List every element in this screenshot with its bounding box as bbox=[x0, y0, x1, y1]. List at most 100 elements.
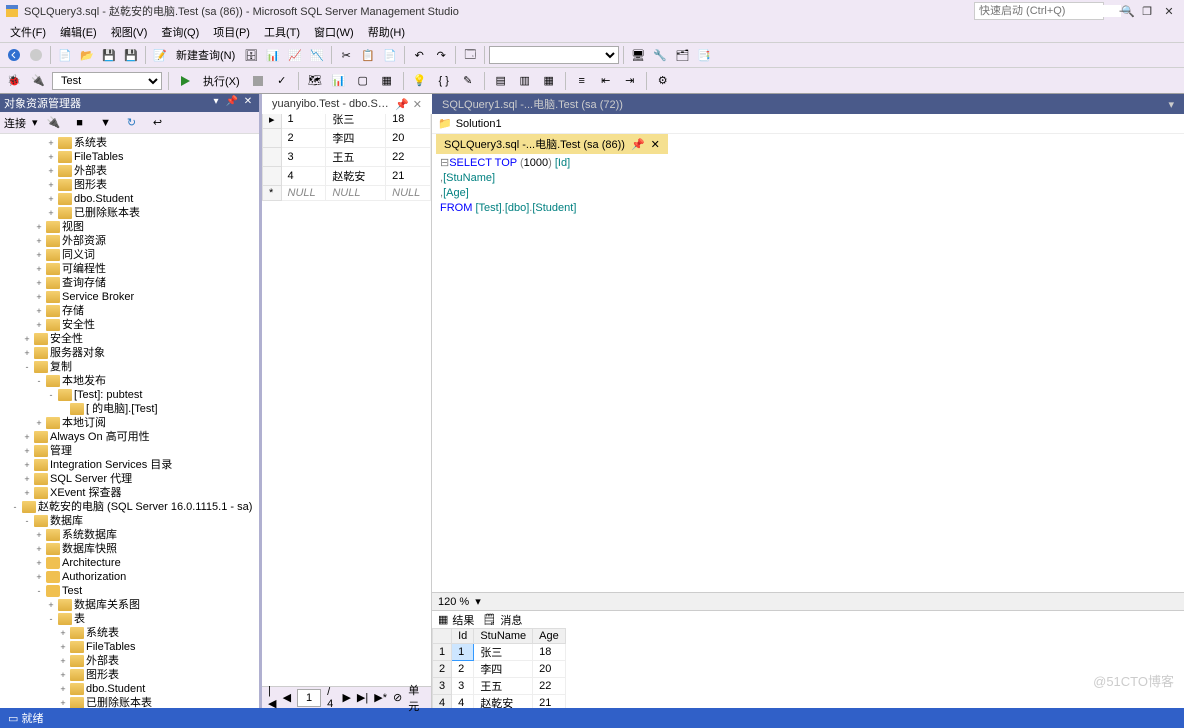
new-project-icon[interactable]: 📄 bbox=[55, 45, 75, 65]
tree-item[interactable]: -本地发布 bbox=[2, 374, 257, 388]
tree-item[interactable]: -[Test]: pubtest bbox=[2, 388, 257, 402]
tree-item[interactable]: +Integration Services 目录 bbox=[2, 458, 257, 472]
menu-view[interactable]: 视图(V) bbox=[105, 22, 154, 42]
stop2-icon[interactable]: ■ bbox=[70, 113, 90, 133]
tree-item[interactable]: +查询存储 bbox=[2, 276, 257, 290]
expand-icon[interactable]: + bbox=[22, 458, 32, 472]
tree-item[interactable]: +安全性 bbox=[2, 332, 257, 346]
tree-item[interactable]: +服务器对象 bbox=[2, 346, 257, 360]
expand-icon[interactable]: + bbox=[22, 472, 32, 486]
specify-values-icon[interactable]: ≡ bbox=[572, 71, 592, 91]
tree-item[interactable]: +外部表 bbox=[2, 654, 257, 668]
nav-last-icon[interactable]: ▶| bbox=[357, 691, 368, 704]
tree-item[interactable]: +SQL Server 代理 bbox=[2, 472, 257, 486]
tree-item[interactable]: +系统表 bbox=[2, 626, 257, 640]
tree-item[interactable]: +已删除账本表 bbox=[2, 206, 257, 220]
execute-icon[interactable] bbox=[175, 71, 195, 91]
tree-item[interactable]: +Always On 高可用性 bbox=[2, 430, 257, 444]
database-selector[interactable]: Test bbox=[52, 72, 162, 90]
tree-item[interactable]: +数据库关系图 bbox=[2, 598, 257, 612]
expand-icon[interactable]: + bbox=[58, 626, 68, 640]
expand-icon[interactable]: + bbox=[34, 304, 44, 318]
tree-item[interactable]: +本地订阅 bbox=[2, 416, 257, 430]
tree-item[interactable]: +Authorization bbox=[2, 570, 257, 584]
as-query-icon[interactable]: 📊 bbox=[263, 45, 283, 65]
close-button[interactable]: ✕ bbox=[1158, 5, 1180, 18]
solution-name[interactable]: Solution1 bbox=[456, 118, 502, 130]
menu-tools[interactable]: 工具(T) bbox=[258, 22, 306, 42]
redo-icon[interactable]: ↷ bbox=[431, 45, 451, 65]
expand-icon[interactable]: + bbox=[46, 192, 56, 206]
expand-icon[interactable]: + bbox=[46, 178, 56, 192]
tree-item[interactable]: -赵乾安的电脑 (SQL Server 16.0.1115.1 - sa) bbox=[2, 500, 257, 514]
sqlcmd-icon[interactable]: ⚙ bbox=[653, 71, 673, 91]
menu-query[interactable]: 查询(Q) bbox=[155, 22, 205, 42]
expand-icon[interactable]: + bbox=[22, 346, 32, 360]
zoom-level[interactable]: 120 % bbox=[438, 596, 469, 608]
save-icon[interactable]: 💾 bbox=[99, 45, 119, 65]
back-button[interactable] bbox=[4, 45, 24, 65]
more-icon[interactable]: ↩ bbox=[148, 113, 168, 133]
connect-label[interactable]: 连接 bbox=[4, 115, 26, 131]
expand-icon[interactable]: - bbox=[34, 584, 44, 598]
tree-item[interactable]: +同义词 bbox=[2, 248, 257, 262]
tab-sqlquery1[interactable]: SQLQuery1.sql -...电脑.Test (sa (72)) bbox=[432, 94, 633, 114]
tree-item[interactable]: -表 bbox=[2, 612, 257, 626]
execute-button[interactable]: 执行(X) bbox=[199, 73, 244, 89]
nav-cancel-icon[interactable]: ⊘ bbox=[393, 691, 402, 704]
surround-icon[interactable]: { } bbox=[434, 71, 454, 91]
mdx-query-icon[interactable]: 📈 bbox=[285, 45, 305, 65]
expand-icon[interactable]: + bbox=[58, 682, 68, 696]
file-tab-pin-icon[interactable]: 📌 bbox=[631, 138, 645, 151]
expand-icon[interactable]: + bbox=[58, 640, 68, 654]
nav-new-icon[interactable]: ▶* bbox=[374, 691, 387, 704]
undo-icon[interactable]: ↶ bbox=[409, 45, 429, 65]
tab-student[interactable]: yuanyibo.Test - dbo.Student 📌 ✕ bbox=[262, 94, 432, 114]
paste-icon[interactable]: 📄 bbox=[380, 45, 400, 65]
expand-icon[interactable]: + bbox=[34, 262, 44, 276]
template-browser-icon[interactable]: 📑 bbox=[694, 45, 714, 65]
expand-icon[interactable]: + bbox=[34, 276, 44, 290]
nav-next-icon[interactable]: ▶ bbox=[342, 691, 350, 704]
panel-menu-icon[interactable]: ▾ bbox=[209, 96, 223, 110]
expand-icon[interactable]: - bbox=[46, 612, 56, 626]
indent-icon[interactable]: ▦ bbox=[539, 71, 559, 91]
tree-item[interactable]: +视图 bbox=[2, 220, 257, 234]
expand-icon[interactable]: + bbox=[58, 668, 68, 682]
uncomment-icon[interactable]: ▥ bbox=[515, 71, 535, 91]
stop-icon[interactable] bbox=[248, 71, 268, 91]
expand-icon[interactable]: - bbox=[10, 500, 20, 514]
tree-item[interactable]: -复制 bbox=[2, 360, 257, 374]
disconnect-icon[interactable]: 🔌 bbox=[44, 113, 64, 133]
panel-close-icon[interactable]: ✕ bbox=[241, 96, 255, 110]
tree-item[interactable]: +安全性 bbox=[2, 318, 257, 332]
expand-icon[interactable]: + bbox=[22, 332, 32, 346]
registered-servers-icon[interactable]: 🔧 bbox=[650, 45, 670, 65]
tab-close-icon[interactable]: ✕ bbox=[413, 98, 422, 111]
expand-icon[interactable]: + bbox=[46, 164, 56, 178]
tree-item[interactable]: +FileTables bbox=[2, 640, 257, 654]
quick-launch-input[interactable] bbox=[979, 5, 1121, 17]
tree-item[interactable]: +Service Broker bbox=[2, 290, 257, 304]
expand-icon[interactable]: + bbox=[34, 416, 44, 430]
nav-first-icon[interactable]: |◀ bbox=[268, 685, 277, 710]
tree-item[interactable]: +dbo.Student bbox=[2, 682, 257, 696]
tree-item[interactable]: +管理 bbox=[2, 444, 257, 458]
expand-icon[interactable]: + bbox=[46, 598, 56, 612]
tree-item[interactable]: +dbo.Student bbox=[2, 192, 257, 206]
tree-item[interactable]: +存储 bbox=[2, 304, 257, 318]
zoom-dropdown-icon[interactable]: ▾ bbox=[475, 595, 481, 608]
open-icon[interactable]: 📂 bbox=[77, 45, 97, 65]
maximize-button[interactable]: ❐ bbox=[1136, 5, 1158, 18]
expand-icon[interactable]: - bbox=[22, 360, 32, 374]
expand-icon[interactable]: + bbox=[34, 570, 44, 584]
file-tab-close-icon[interactable]: ✕ bbox=[651, 138, 660, 151]
tree-item[interactable]: +系统表 bbox=[2, 136, 257, 150]
quick-launch[interactable]: 🔍 bbox=[974, 2, 1104, 20]
tree-item[interactable]: +系统数据库 bbox=[2, 528, 257, 542]
expand-icon[interactable]: - bbox=[34, 374, 44, 388]
forward-button[interactable] bbox=[26, 45, 46, 65]
data-grid[interactable]: IdStuNameAge▸1张三182李四203王五224赵乾安21*NULLN… bbox=[262, 94, 431, 686]
tree-item[interactable]: +XEvent 探查器 bbox=[2, 486, 257, 500]
expand-icon[interactable]: - bbox=[22, 514, 32, 528]
